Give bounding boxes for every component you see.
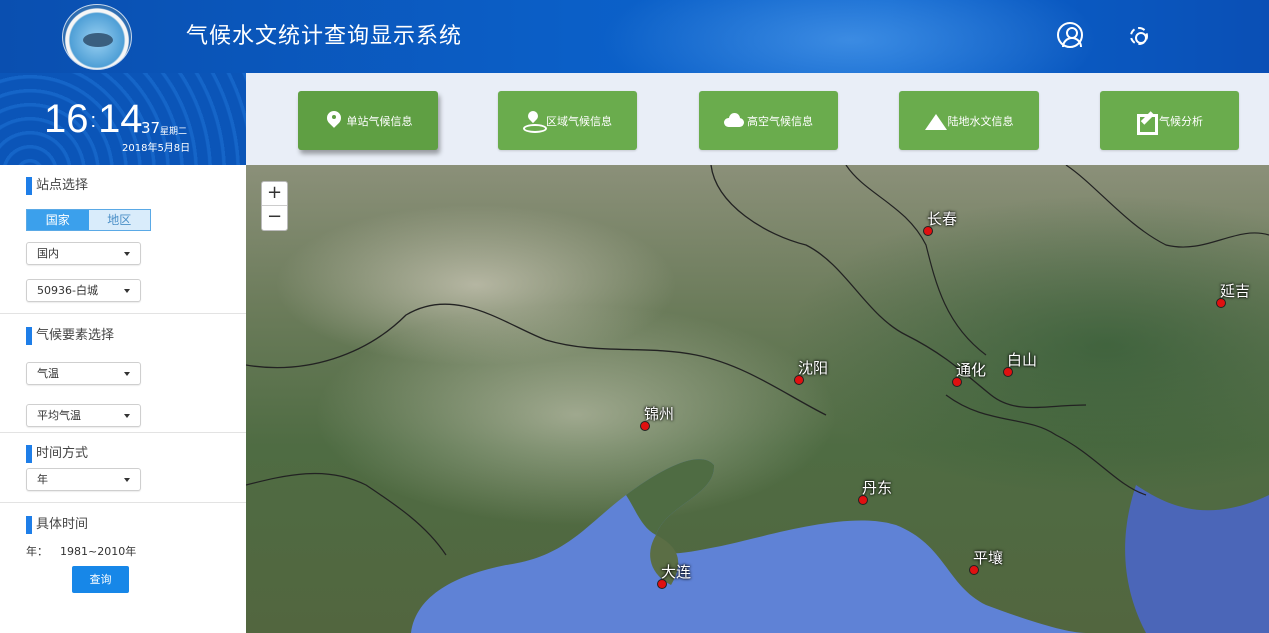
select-value: 气温 (37, 367, 59, 380)
clock-colon: : (90, 110, 97, 133)
clock-panel: 16:14 37 星期二 2018年5月8日 (0, 73, 246, 165)
area-pin-icon (523, 111, 547, 133)
chevron-down-icon (124, 289, 130, 293)
chevron-down-icon (124, 414, 130, 418)
clock-minute: 14 (98, 97, 143, 141)
city-label: 延吉 (1220, 282, 1251, 300)
zoom-control: + − (261, 181, 288, 231)
time-mode-select[interactable]: 年 (26, 468, 141, 491)
app-title: 气候水文统计查询显示系统 (186, 24, 463, 49)
query-sidebar: 站点选择 国家 地区 国内 50936-白城 气候要素选择 气温 平均气温 时间… (0, 165, 246, 633)
button-label: 单站气候信息 (346, 114, 413, 128)
zoom-in-button[interactable]: + (262, 182, 287, 206)
scope-select[interactable]: 国内 (26, 242, 141, 265)
province-border (710, 165, 1087, 409)
east-sea-water (1125, 485, 1269, 633)
clock-hour: 16 (44, 97, 89, 141)
user-icon[interactable] (1057, 22, 1083, 48)
period-value: 1981~2010年 (60, 545, 137, 558)
location-pin-icon (324, 111, 344, 131)
satellite-map[interactable]: + − 长春 延吉 沈阳 通化 白山 锦州 丹东 平壤 大连 (246, 165, 1269, 633)
upper-air-climate-button[interactable]: 高空气候信息 (699, 91, 838, 150)
chevron-down-icon (124, 478, 130, 482)
station-type-toggle: 国家 地区 (26, 209, 151, 231)
function-toolbar: 单站气候信息 区域气候信息 高空气候信息 陆地水文信息 气候分析 (246, 73, 1269, 165)
city-label: 长春 (927, 210, 958, 228)
select-value: 平均气温 (37, 409, 81, 422)
cloud-upload-icon (724, 111, 744, 131)
city-label: 锦州 (644, 405, 675, 423)
clock-weekday: 星期二 (160, 127, 188, 137)
province-border (1065, 165, 1269, 248)
button-label: 气候分析 (1159, 114, 1203, 128)
gear-icon[interactable] (1130, 27, 1148, 45)
button-label: 陆地水文信息 (947, 114, 1014, 128)
city-label: 白山 (1007, 351, 1038, 369)
logo (62, 4, 132, 70)
map-terrain (246, 165, 1269, 633)
period-label: 年： (26, 545, 48, 558)
time-section-title: 具体时间 (26, 516, 88, 534)
select-value: 50936-白城 (37, 284, 98, 297)
city-label: 平壤 (973, 549, 1004, 567)
city-label: 沈阳 (798, 359, 829, 377)
clock-second: 37 (141, 119, 161, 137)
divider (0, 313, 246, 314)
city-label: 大连 (661, 563, 692, 581)
clock-time: 16:14 (44, 99, 143, 141)
button-label: 区域气候信息 (546, 114, 612, 128)
divider (0, 432, 246, 433)
city-label: 通化 (956, 361, 987, 379)
logo-emblem (83, 33, 113, 47)
query-button[interactable]: 查询 (72, 566, 129, 593)
land-hydrology-button[interactable]: 陆地水文信息 (899, 91, 1039, 150)
time-mode-section-title: 时间方式 (26, 445, 88, 463)
chevron-down-icon (124, 372, 130, 376)
regional-climate-button[interactable]: 区域气候信息 (498, 91, 637, 150)
station-section-title: 站点选择 (26, 177, 88, 195)
station-select[interactable]: 50936-白城 (26, 279, 141, 302)
divider (0, 502, 246, 503)
province-border (845, 165, 987, 356)
climate-analysis-button[interactable]: 气候分析 (1100, 91, 1239, 150)
select-value: 年 (37, 473, 48, 486)
province-border (246, 303, 827, 416)
province-border (246, 472, 447, 556)
tab-region[interactable]: 地区 (88, 210, 150, 230)
single-station-climate-button[interactable]: 单站气候信息 (298, 91, 438, 150)
select-value: 国内 (37, 247, 59, 260)
header-glow (600, 0, 1100, 73)
element-select[interactable]: 气温 (26, 362, 141, 385)
city-label: 丹东 (862, 479, 893, 497)
zoom-out-button[interactable]: − (262, 206, 287, 230)
clock-date: 2018年5月8日 (122, 143, 191, 154)
app-header: 气候水文统计查询显示系统 (0, 0, 1269, 73)
statistic-select[interactable]: 平均气温 (26, 404, 141, 427)
mountain-icon (924, 111, 947, 131)
button-label: 高空气候信息 (747, 114, 813, 128)
chevron-down-icon (124, 252, 130, 256)
tab-national[interactable]: 国家 (27, 210, 89, 230)
national-border (945, 394, 1147, 496)
edit-icon (1136, 111, 1158, 135)
element-section-title: 气候要素选择 (26, 327, 114, 345)
